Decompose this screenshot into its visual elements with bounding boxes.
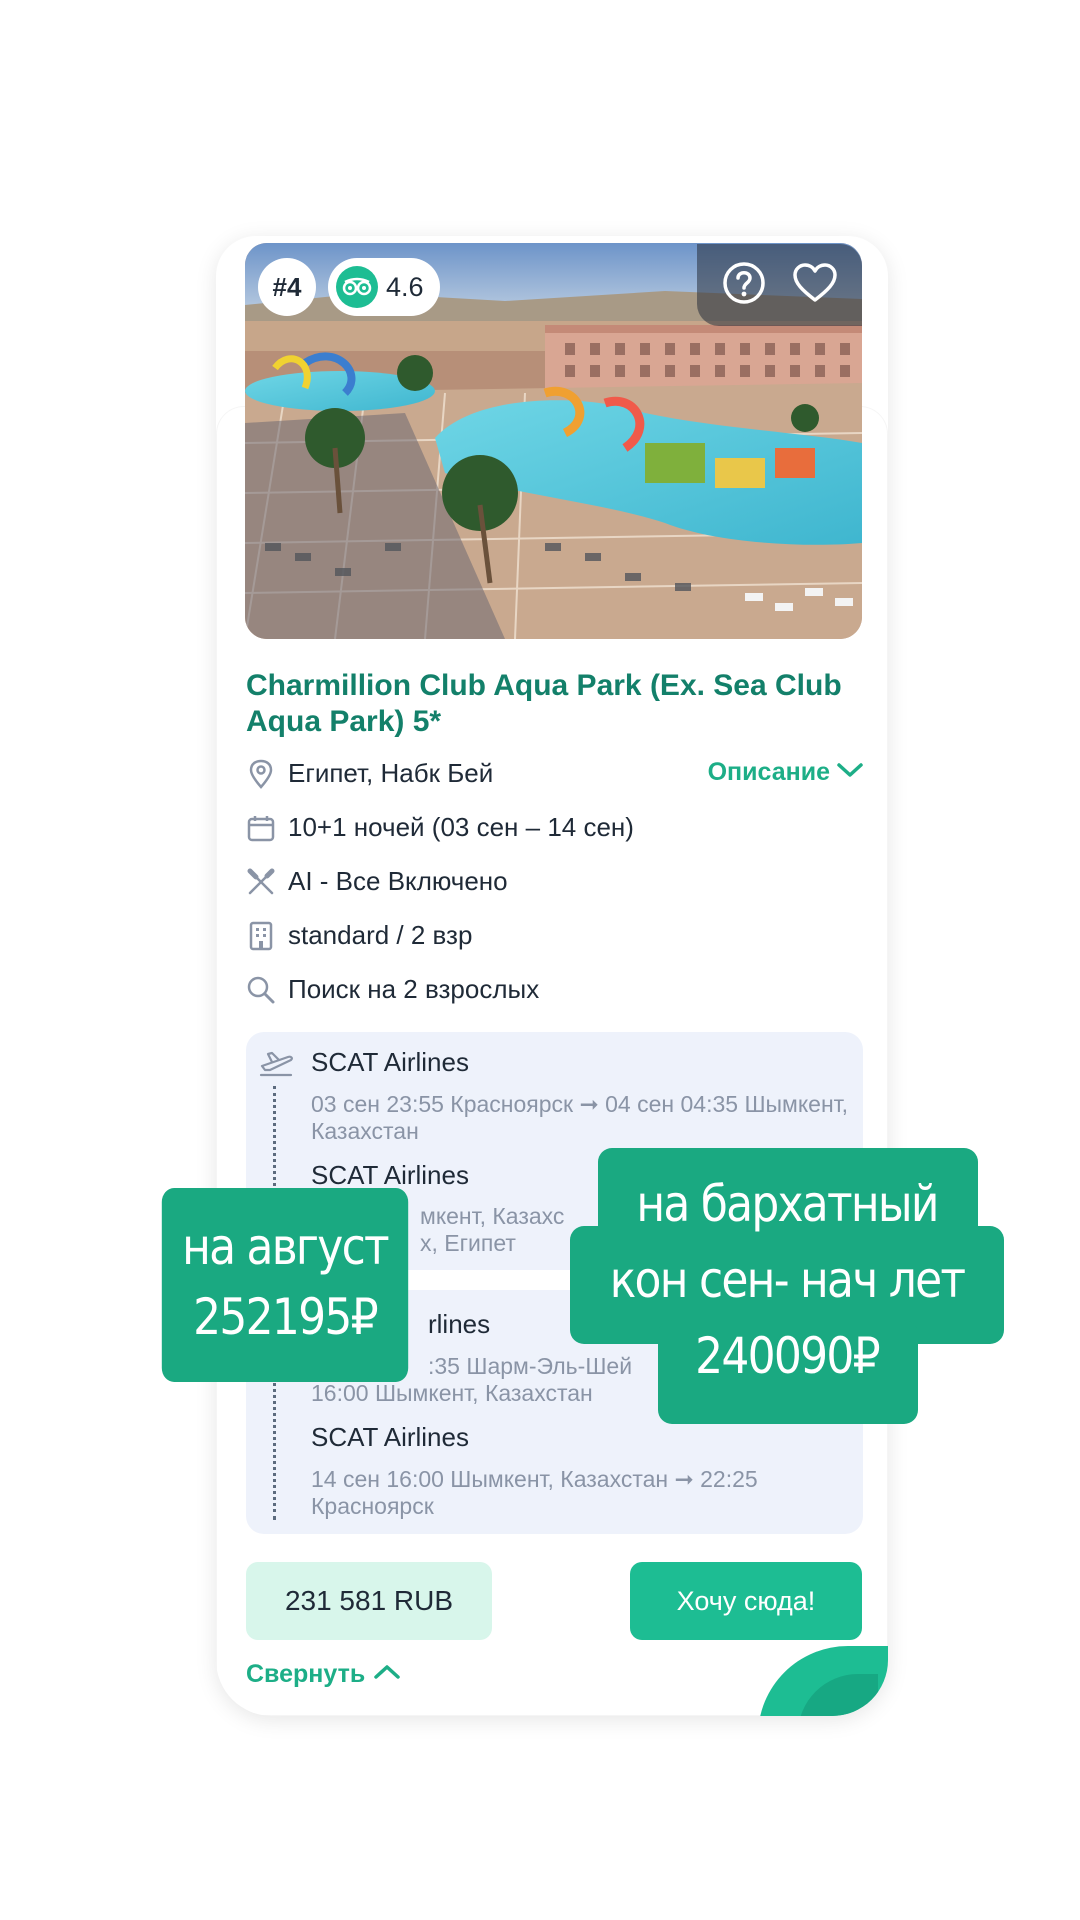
sticker-line: 240090₽ xyxy=(695,1327,880,1385)
tripadvisor-rating-badge[interactable]: 4.6 xyxy=(328,258,440,316)
collapse-label: Свернуть xyxy=(246,1660,366,1688)
tripadvisor-icon xyxy=(336,266,378,308)
search-text: Поиск на 2 взрослых xyxy=(288,974,540,1004)
dates-row: 10+1 ночей (03 сен – 14 сен) xyxy=(246,812,634,843)
room-text: standard / 2 взр xyxy=(288,920,473,950)
location-row: Египет, Набк Бей xyxy=(246,758,493,789)
photo-actions xyxy=(697,244,862,326)
flight-airline: SCAT Airlines xyxy=(311,1422,469,1452)
collapse-toggle[interactable]: Свернуть xyxy=(246,1660,401,1689)
calendar-icon xyxy=(246,813,276,843)
search-row: Поиск на 2 взрослых xyxy=(246,974,539,1005)
want-here-button[interactable]: Хочу сюда! xyxy=(630,1562,862,1640)
meal-text: AI - Все Включено xyxy=(288,866,508,896)
hotel-name[interactable]: Charmillion Club Aqua Park (Ex. Sea Club… xyxy=(246,668,846,740)
rating-value: 4.6 xyxy=(386,271,424,302)
rank-badge: #4 xyxy=(258,258,316,316)
building-icon xyxy=(246,921,276,951)
flight-route: 14 сен 16:00 Шымкент, Казахстан ➞ 22:25 … xyxy=(311,1466,758,1519)
description-label: Описание xyxy=(707,758,830,786)
sticker-line: на август xyxy=(182,1218,390,1276)
help-icon[interactable] xyxy=(721,260,767,311)
august-price-sticker: на август 252195₽ xyxy=(161,1188,409,1382)
chevron-up-icon xyxy=(373,1660,401,1689)
description-toggle[interactable]: Описание xyxy=(708,758,864,787)
sticker-line: кон сен- нач лет xyxy=(609,1251,966,1309)
dates-text: 10+1 ночей (03 сен – 14 сен) xyxy=(288,812,634,842)
sticker-line: на бархатный xyxy=(636,1175,939,1233)
price-value: 231 581 RUB xyxy=(284,1585,454,1616)
location-pin-icon xyxy=(246,759,276,789)
location-text: Египет, Набк Бей xyxy=(288,758,494,788)
flight-route: 03 сен 23:55 Красноярск ➞ 04 сен 04:35 Ш… xyxy=(311,1091,849,1144)
rank-text: #4 xyxy=(272,271,302,302)
velvet-season-sticker: на бархатный кон сен- нач лет 240090₽ xyxy=(587,1166,987,1394)
heart-icon[interactable] xyxy=(792,262,838,309)
flight-airline: SCAT Airlines xyxy=(311,1160,469,1190)
price-badge: 231 581 RUB xyxy=(246,1562,492,1640)
cta-label: Хочу сюда! xyxy=(676,1585,816,1616)
room-row: standard / 2 взр xyxy=(246,920,472,951)
plane-icon xyxy=(258,1048,294,1083)
sticker-line: 252195₽ xyxy=(193,1288,378,1346)
meal-row: AI - Все Включено xyxy=(246,866,508,897)
chevron-down-icon xyxy=(836,758,864,787)
flight-airline: rlines xyxy=(428,1309,491,1339)
cutlery-icon xyxy=(246,867,276,897)
search-icon xyxy=(246,975,276,1005)
flight-airline: SCAT Airlines xyxy=(311,1047,469,1077)
